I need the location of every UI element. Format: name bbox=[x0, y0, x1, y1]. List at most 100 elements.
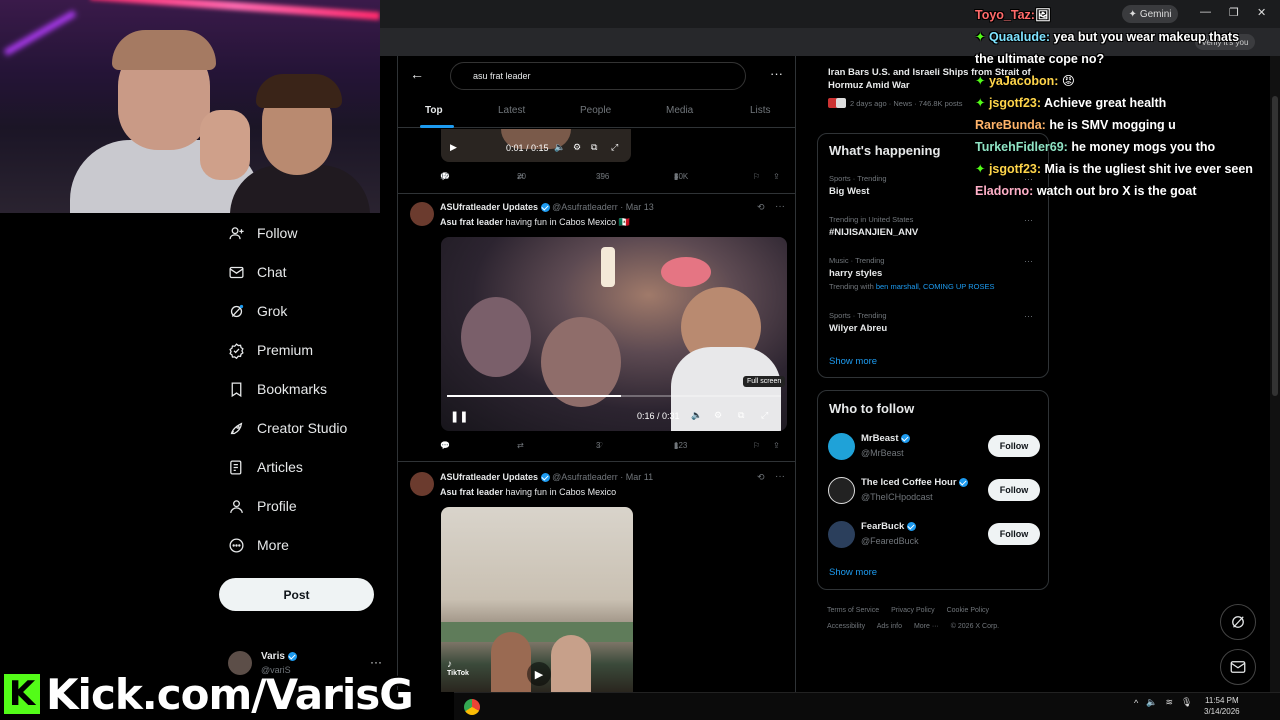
chat-message: ✦ yaJacobon: 😡 bbox=[975, 70, 1075, 92]
author-name[interactable]: ASUfratleader Updates bbox=[440, 202, 538, 212]
chrome-icon[interactable] bbox=[464, 699, 480, 715]
chevron-up-icon[interactable]: ^ bbox=[1134, 698, 1138, 708]
pause-icon[interactable]: ❚❚ bbox=[450, 410, 468, 423]
video-frame bbox=[491, 632, 531, 692]
tab-lists[interactable]: Lists bbox=[750, 105, 771, 116]
kick-url: Kick.com/VarisG bbox=[46, 669, 414, 719]
nav-more[interactable]: More bbox=[227, 532, 289, 558]
mail-icon bbox=[1230, 661, 1246, 673]
show-more-link[interactable]: Show more bbox=[829, 356, 877, 367]
trend-more-icon[interactable]: ··· bbox=[1024, 215, 1033, 225]
author-handle[interactable]: @Asufratleaderr bbox=[552, 472, 618, 482]
back-arrow-icon[interactable]: ← bbox=[410, 66, 424, 82]
trend-with-prefix: Trending with bbox=[829, 282, 874, 291]
play-icon[interactable]: ▶ bbox=[527, 662, 551, 686]
account-more-icon[interactable]: ··· bbox=[370, 655, 382, 669]
video-frame bbox=[661, 257, 711, 287]
settings-icon[interactable]: ⚙ bbox=[573, 142, 581, 153]
pip-icon[interactable]: ⧉ bbox=[738, 410, 744, 421]
avatar[interactable] bbox=[410, 202, 434, 226]
volume-icon[interactable]: 🔈 bbox=[691, 410, 702, 421]
show-more-link[interactable]: Show more bbox=[829, 567, 877, 578]
search-input[interactable]: asu frat leader bbox=[450, 62, 746, 90]
fullscreen-tooltip: Full screen bbox=[743, 376, 786, 387]
tweet-header: ASUfratleader Updates @Asufratleaderr · … bbox=[440, 202, 654, 213]
author-handle[interactable]: @Asufratleaderr bbox=[552, 202, 618, 212]
author-name[interactable]: ASUfratleader Updates bbox=[440, 472, 538, 482]
party-video[interactable]: Full screen ❚❚ 0:16 / 0:31 🔈 ⚙ ⧉ ⤢ bbox=[441, 237, 787, 431]
person-icon bbox=[227, 497, 245, 515]
grok-explain-icon[interactable]: ⟲ bbox=[757, 472, 765, 483]
speaker-icon[interactable]: 🔈 bbox=[1146, 697, 1157, 708]
volume-icon[interactable]: 🔈 bbox=[554, 142, 565, 153]
trend-with-link[interactable]: ben marshall, COMING UP ROSES bbox=[876, 282, 995, 291]
play-icon[interactable]: ▶ bbox=[450, 142, 457, 153]
view-count: 30K bbox=[674, 172, 689, 181]
nav-follow[interactable]: Follow bbox=[227, 220, 297, 246]
badge-icon: ✦ bbox=[975, 162, 989, 176]
nav-premium[interactable]: Premium bbox=[227, 337, 313, 363]
repost-icon: ⇄ bbox=[517, 441, 524, 450]
chat-username: jsgotf23: bbox=[988, 96, 1042, 110]
trend-more-icon[interactable]: ··· bbox=[1024, 311, 1033, 321]
trend-more-icon[interactable]: ··· bbox=[1024, 256, 1033, 266]
nav-grok[interactable]: Grok bbox=[227, 298, 287, 324]
footer-link[interactable]: Accessibility bbox=[827, 623, 865, 630]
tab-media[interactable]: Media bbox=[666, 105, 693, 116]
bookmark-button[interactable]: ⚐ bbox=[753, 441, 760, 450]
follow-suggestion[interactable]: The Iced Coffee Hour @TheICHpodcast Foll… bbox=[828, 475, 1040, 509]
grok-explain-icon[interactable]: ⟲ bbox=[757, 202, 765, 213]
beach-video[interactable]: ▶ ♪ TikTok bbox=[441, 507, 633, 692]
footer-link[interactable]: Privacy Policy bbox=[891, 607, 935, 614]
tweet-date[interactable]: · Mar 11 bbox=[620, 472, 653, 482]
view-count: 123 bbox=[674, 441, 688, 450]
grok-fab[interactable] bbox=[1220, 604, 1256, 640]
kick-watermark: K Kick.com/VarisG bbox=[4, 668, 454, 720]
mic-icon[interactable]: 🎙 bbox=[1181, 697, 1192, 708]
bookmark-button[interactable]: ⚐ bbox=[753, 172, 760, 181]
chat-username: Toyo_Taz: bbox=[975, 8, 1035, 22]
follow-button[interactable]: Follow bbox=[988, 479, 1040, 501]
nav-chat[interactable]: Chat bbox=[227, 259, 287, 285]
nav-articles[interactable]: Articles bbox=[227, 454, 303, 480]
footer-link[interactable]: More ··· bbox=[914, 623, 939, 630]
tab-latest[interactable]: Latest bbox=[498, 105, 525, 116]
nav-articles-label: Articles bbox=[257, 459, 303, 475]
trend-item[interactable]: Sports · Trending Wilyer Abreu ··· bbox=[829, 311, 1039, 334]
tab-top[interactable]: Top bbox=[425, 105, 443, 116]
avatar[interactable] bbox=[410, 472, 434, 496]
footer-link[interactable]: Cookie Policy bbox=[947, 607, 989, 614]
clock[interactable]: 11:54 PM 3/14/2026 bbox=[1204, 695, 1240, 717]
follow-button[interactable]: Follow bbox=[988, 435, 1040, 457]
pip-icon[interactable]: ⧉ bbox=[591, 142, 597, 153]
tweet-more-icon[interactable]: ··· bbox=[775, 201, 785, 212]
search-timeline: ← asu frat leader ··· Top Latest People … bbox=[397, 56, 796, 692]
footer-link[interactable]: Terms of Service bbox=[827, 607, 879, 614]
search-more-icon[interactable]: ··· bbox=[770, 66, 783, 81]
follow-suggestion[interactable]: FearBuck @FearedBuck Follow bbox=[828, 519, 1040, 553]
trend-item[interactable]: Music · Trending harry styles Trending w… bbox=[829, 256, 1039, 291]
chat-icon bbox=[227, 263, 245, 281]
messages-fab[interactable] bbox=[1220, 649, 1256, 685]
fullscreen-icon[interactable]: ⤢ bbox=[761, 410, 768, 421]
trend-item[interactable]: Trending in United States #NIJISANJIEN_A… bbox=[829, 215, 1039, 238]
wifi-icon[interactable]: ≋ bbox=[1165, 697, 1173, 708]
search-header: ← asu frat leader ··· bbox=[398, 56, 796, 96]
post-button[interactable]: Post bbox=[219, 578, 374, 611]
progress-bar[interactable] bbox=[447, 395, 621, 397]
follow-suggestion[interactable]: MrBeast @MrBeast Follow bbox=[828, 431, 1040, 465]
share-icon[interactable]: ⇪ bbox=[773, 441, 780, 450]
follow-button[interactable]: Follow bbox=[988, 523, 1040, 545]
suggestion-handle: @MrBeast bbox=[861, 448, 904, 458]
tweet-date[interactable]: · Mar 13 bbox=[620, 202, 654, 212]
video-player[interactable]: ▶ 0:01 / 0:15 🔈 ⚙ ⧉ ⤢ bbox=[441, 129, 631, 162]
tab-people[interactable]: People bbox=[580, 105, 611, 116]
nav-bookmarks[interactable]: Bookmarks bbox=[227, 376, 327, 402]
footer-link[interactable]: Ads info bbox=[877, 623, 902, 630]
share-icon[interactable]: ⇪ bbox=[773, 172, 780, 181]
settings-icon[interactable]: ⚙ bbox=[714, 410, 722, 421]
tweet-more-icon[interactable]: ··· bbox=[775, 471, 785, 482]
nav-creator-studio[interactable]: Creator Studio bbox=[227, 415, 347, 441]
nav-profile[interactable]: Profile bbox=[227, 493, 297, 519]
fullscreen-icon[interactable]: ⤢ bbox=[611, 142, 618, 153]
